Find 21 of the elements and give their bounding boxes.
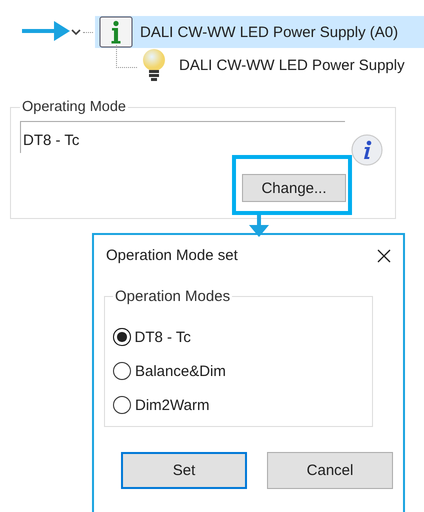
radio-button[interactable] bbox=[113, 328, 130, 346]
arrow-icon bbox=[22, 21, 70, 41]
close-icon[interactable] bbox=[377, 248, 391, 262]
info-icon[interactable] bbox=[351, 134, 383, 166]
change-button[interactable]: Change... bbox=[242, 174, 346, 202]
mode-field: DT8 - Tc bbox=[20, 121, 345, 153]
group-title: Operating Mode bbox=[21, 99, 127, 115]
tree-item[interactable]: DALI CW-WW LED Power Supply bbox=[137, 48, 405, 82]
group-title: Operation Modes bbox=[114, 288, 232, 305]
dialog-title: Operation Mode set bbox=[106, 247, 238, 264]
radio-option[interactable]: Balance&Dim bbox=[113, 354, 364, 388]
radio-button[interactable] bbox=[113, 396, 131, 414]
tree-item[interactable]: DALI CW-WW LED Power Supply (A0) bbox=[95, 16, 424, 48]
chevron-down-icon[interactable] bbox=[71, 27, 81, 37]
radio-button[interactable] bbox=[113, 362, 131, 380]
dialog-button[interactable]: Set bbox=[121, 452, 247, 489]
info-icon bbox=[99, 16, 133, 48]
dialog-button[interactable]: Cancel bbox=[267, 452, 393, 489]
light-bulb-icon bbox=[141, 48, 167, 82]
radio-option[interactable]: DT8 - Tc bbox=[113, 320, 364, 354]
radio-option[interactable]: Dim2Warm bbox=[113, 388, 364, 422]
